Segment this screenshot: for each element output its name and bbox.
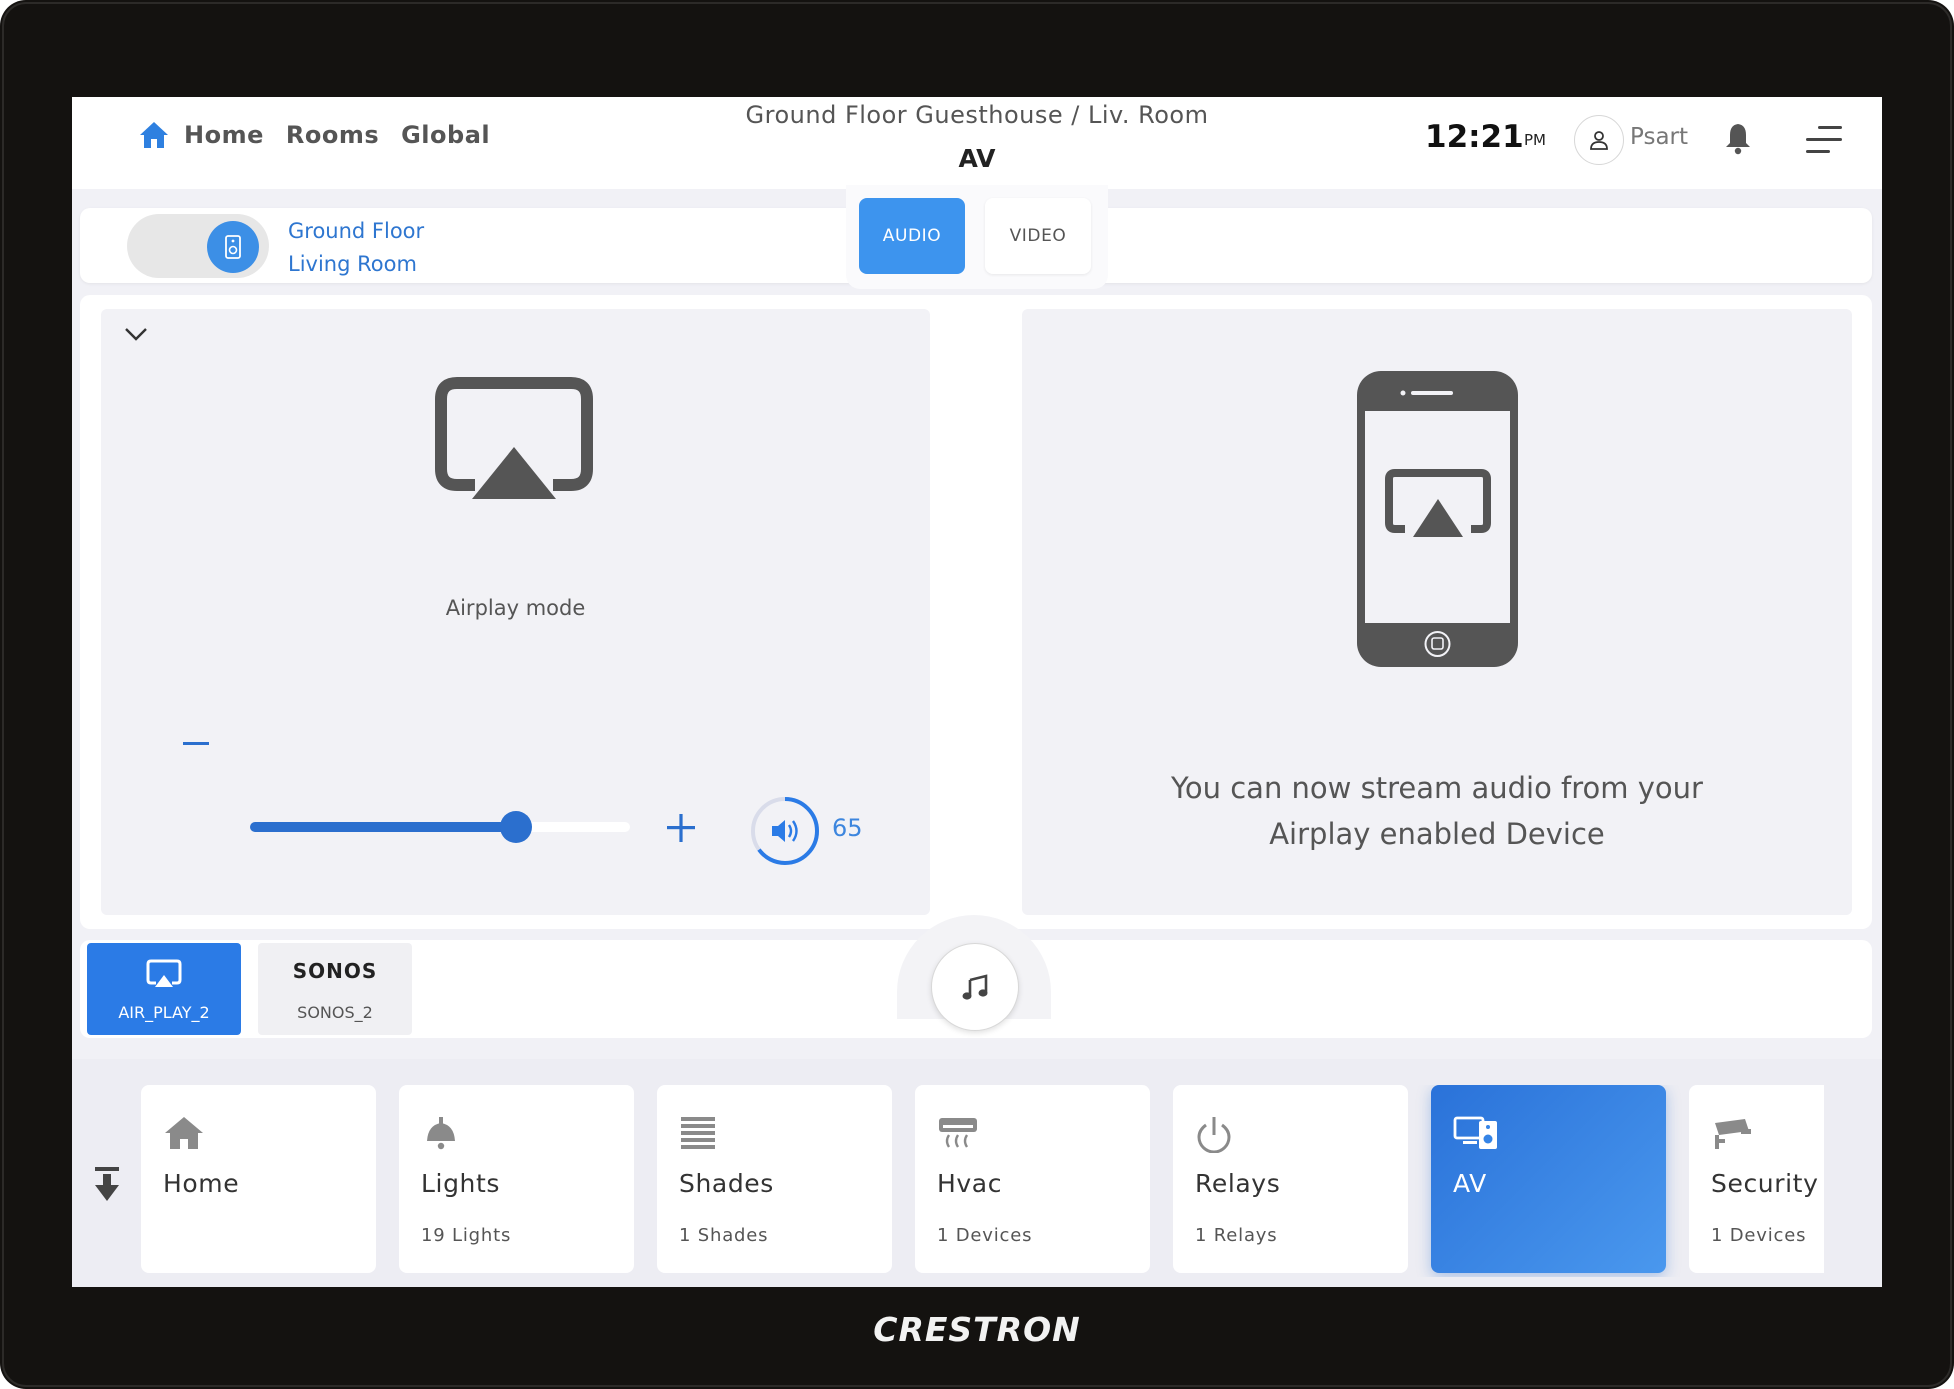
tile-count: 1 Relays <box>1195 1225 1278 1246</box>
volume-slider-fill <box>250 822 516 832</box>
stream-message-line2: Airplay enabled Device <box>1269 817 1605 851</box>
tile-name: Home <box>163 1169 240 1198</box>
stream-message-line1: You can now stream audio from your <box>1171 771 1703 805</box>
room-name-line1: Ground Floor <box>288 219 425 243</box>
volume-up-button[interactable] <box>665 812 697 844</box>
chevron-down-icon[interactable] <box>120 323 152 345</box>
phone-airplay-icon <box>1357 371 1518 667</box>
category-tiles: Home Lights 19 Lights Shades 1 Shades Hv… <box>141 1085 1824 1277</box>
stream-message: You can now stream audio from your Airpl… <box>1022 765 1852 857</box>
top-header: Home Rooms Global Ground Floor Guesthous… <box>72 97 1882 189</box>
tile-shades[interactable]: Shades 1 Shades <box>657 1085 892 1273</box>
speaker-icon <box>225 235 241 259</box>
sonos-logo: SONOS <box>292 959 378 983</box>
lamp-icon <box>427 1117 455 1150</box>
music-button[interactable] <box>931 943 1019 1031</box>
music-note-icon <box>962 974 988 1000</box>
tile-name: Relays <box>1195 1169 1281 1198</box>
room-name[interactable]: Ground Floor Living Room <box>288 215 424 281</box>
tile-security[interactable]: Security 1 Devices <box>1689 1085 1824 1273</box>
touch-screen: Home Rooms Global Ground Floor Guesthous… <box>72 97 1882 1287</box>
tile-name: AV <box>1453 1169 1487 1198</box>
room-name-line2: Living Room <box>288 252 417 276</box>
user-name[interactable]: Psart <box>1630 124 1688 150</box>
pin-down-icon[interactable] <box>92 1165 122 1203</box>
menu-icon[interactable] <box>1804 125 1844 155</box>
airplay-icon <box>146 959 182 987</box>
tile-name: Security <box>1711 1169 1819 1198</box>
toggle-knob[interactable] <box>207 221 259 273</box>
source-sonos-label: SONOS_2 <box>297 1003 373 1022</box>
camera-icon <box>1715 1119 1751 1149</box>
volume-slider-handle[interactable] <box>500 811 532 843</box>
volume-mute-button[interactable] <box>747 793 823 869</box>
volume-slider[interactable] <box>250 811 630 843</box>
tile-home[interactable]: Home <box>141 1085 376 1273</box>
speaker-volume-icon <box>772 820 798 842</box>
source-airplay[interactable]: AIR_PLAY_2 <box>87 943 241 1035</box>
tile-av[interactable]: AV <box>1431 1085 1666 1273</box>
home-icon <box>165 1117 203 1149</box>
shades-icon <box>681 1117 715 1149</box>
volume-down-button[interactable] <box>181 729 211 759</box>
mode-label: Airplay mode <box>445 596 586 620</box>
tab-audio[interactable]: AUDIO <box>859 198 965 274</box>
tile-lights[interactable]: Lights 19 Lights <box>399 1085 634 1273</box>
tile-count: 1 Shades <box>679 1225 769 1246</box>
tile-hvac[interactable]: Hvac 1 Devices <box>915 1085 1150 1273</box>
tile-name: Hvac <box>937 1169 1003 1198</box>
clock-time: 12:21 <box>1425 119 1524 155</box>
clock-ampm: PM <box>1524 131 1546 149</box>
airplay-icon <box>435 377 593 499</box>
tile-name: Lights <box>421 1169 501 1198</box>
source-airplay-label: AIR_PLAY_2 <box>118 1003 210 1022</box>
tile-count: 19 Lights <box>421 1225 512 1246</box>
brand-logo: CRESTRON <box>873 1310 1081 1349</box>
tile-count: 1 Devices <box>1711 1225 1807 1246</box>
hvac-icon <box>939 1118 977 1148</box>
tile-relays[interactable]: Relays 1 Relays <box>1173 1085 1408 1273</box>
source-sonos[interactable]: SONOS SONOS_2 <box>258 943 412 1035</box>
user-icon <box>1590 131 1608 150</box>
volume-value: 65 <box>832 814 863 842</box>
power-icon <box>1197 1117 1231 1153</box>
tile-count: 1 Devices <box>937 1225 1033 1246</box>
av-icon <box>1453 1116 1497 1149</box>
tab-video[interactable]: VIDEO <box>985 198 1091 274</box>
tile-name: Shades <box>679 1169 774 1198</box>
bell-icon[interactable] <box>1722 121 1754 155</box>
user-avatar-button[interactable] <box>1574 115 1624 165</box>
